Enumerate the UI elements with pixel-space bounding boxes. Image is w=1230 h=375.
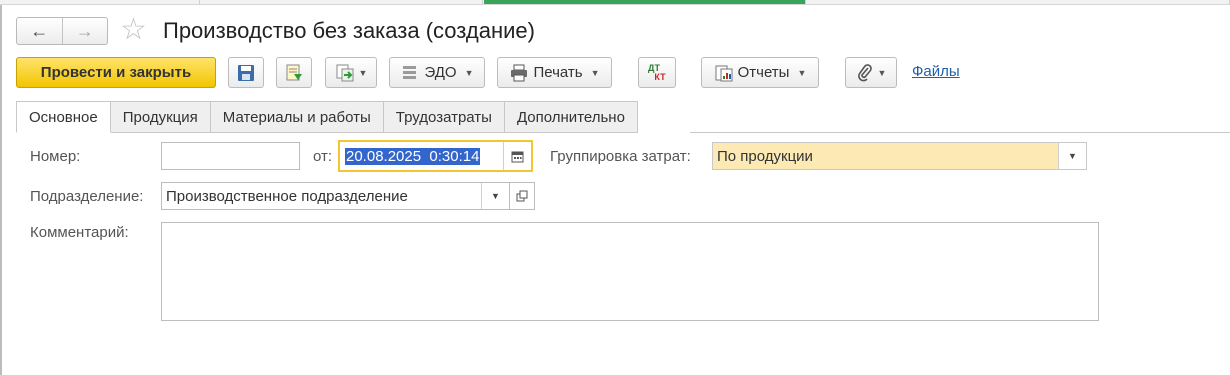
arrow-left-icon: ← (30, 20, 49, 41)
chevron-down-icon: ▼ (877, 67, 887, 78)
comment-label: Комментарий: (30, 224, 129, 241)
chevron-down-icon: ▼ (797, 67, 807, 78)
files-link[interactable]: Файлы (912, 63, 960, 80)
tab-products[interactable]: Продукция (110, 101, 211, 133)
chevron-down-icon: ▼ (1068, 151, 1077, 161)
create-based-on-icon (336, 64, 354, 81)
dt-kt-postings-button[interactable]: ДТ КТ (638, 57, 676, 88)
tabs-divider (690, 132, 1230, 133)
arrow-right-icon: → (75, 20, 94, 41)
tab-labor-costs[interactable]: Трудозатраты (383, 101, 505, 133)
print-button[interactable]: Печать ▼ (497, 57, 612, 88)
division-open-button[interactable] (509, 182, 535, 210)
dt-kt-icon-bottom: КТ (654, 71, 666, 82)
post-button[interactable] (276, 57, 312, 88)
window-tab-4[interactable] (806, 0, 1230, 4)
left-panel-edge (0, 5, 2, 375)
window-tab-active[interactable] (484, 0, 806, 4)
edo-label: ЭДО (424, 64, 457, 81)
cost-grouping-dropdown-button[interactable]: ▼ (1058, 143, 1086, 169)
calendar-button[interactable] (503, 142, 531, 170)
window-tab-1[interactable] (0, 0, 200, 4)
number-field[interactable] (161, 142, 300, 170)
history-nav: ← → (16, 17, 108, 45)
date-value: 20.08.2025 0:30:14 (345, 147, 481, 165)
form-tabs: Основное Продукция Материалы и работы Тр… (16, 101, 638, 133)
chevron-down-icon: ▼ (464, 67, 474, 78)
print-label: Печать (533, 64, 583, 81)
cost-grouping-label: Группировка затрат: (550, 148, 691, 165)
calendar-icon (511, 151, 524, 162)
window-tab-2[interactable] (200, 0, 483, 4)
date-label: от: (313, 148, 333, 165)
paperclip-icon (857, 63, 872, 81)
chevron-down-icon: ▼ (590, 67, 600, 78)
date-field[interactable]: 20.08.2025 0:30:14 (338, 140, 533, 172)
post-and-close-button[interactable]: Провести и закрыть (16, 57, 216, 88)
comment-textarea[interactable] (161, 222, 1099, 321)
division-dropdown-button[interactable]: ▼ (481, 183, 509, 209)
attachments-button[interactable]: ▼ (845, 57, 897, 88)
division-value: Производственное подразделение (166, 187, 408, 205)
create-based-on-button[interactable]: ▼ (325, 57, 377, 88)
chevron-down-icon: ▼ (358, 67, 368, 78)
reports-icon (715, 65, 733, 81)
back-button[interactable]: ← (17, 18, 63, 44)
reports-label: Отчеты (737, 64, 790, 81)
tab-main[interactable]: Основное (16, 101, 111, 133)
reports-button[interactable]: Отчеты ▼ (701, 57, 819, 88)
tab-additional[interactable]: Дополнительно (504, 101, 638, 133)
open-in-window-icon (516, 190, 528, 202)
window-tab-strip (0, 0, 1230, 5)
edo-button[interactable]: ЭДО ▼ (389, 57, 485, 88)
division-field[interactable]: Производственное подразделение ▼ (161, 182, 510, 210)
printer-icon (511, 64, 528, 81)
save-button[interactable] (228, 57, 264, 88)
edo-icon (403, 65, 417, 79)
cost-grouping-select[interactable]: По продукции ▼ (712, 142, 1087, 170)
post-document-icon (286, 64, 302, 80)
forward-button[interactable]: → (63, 18, 108, 44)
page-title: Производство без заказа (создание) (163, 18, 535, 43)
floppy-disk-icon (238, 64, 254, 81)
cost-grouping-value: По продукции (717, 147, 813, 165)
number-label: Номер: (30, 148, 81, 165)
tab-materials-works[interactable]: Материалы и работы (210, 101, 384, 133)
division-label: Подразделение: (30, 188, 144, 205)
post-and-close-label: Провести и закрыть (40, 64, 192, 81)
chevron-down-icon: ▼ (491, 191, 500, 201)
favorite-star-icon[interactable]: ☆ (120, 14, 147, 46)
